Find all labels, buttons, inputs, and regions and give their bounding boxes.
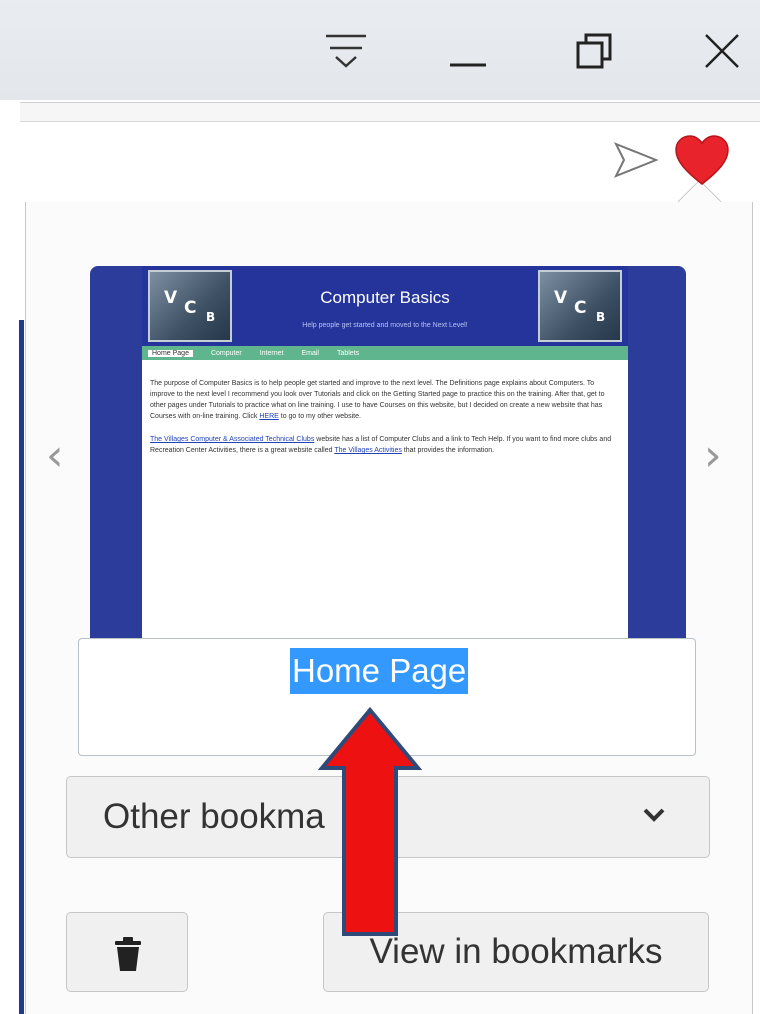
tabs-menu-icon[interactable] [318,22,374,80]
delete-bookmark-button[interactable] [66,912,188,992]
page-edge [0,100,20,1014]
send-icon[interactable] [612,140,660,180]
next-thumbnail-icon[interactable]: › [704,430,722,481]
thumbnail-header: VCB Computer Basics Help people get star… [142,266,628,346]
minimize-icon[interactable] [440,22,496,80]
thumbnail-link: The Villages Computer & Associated Techn… [150,436,315,443]
thumbnail-link: HERE [259,413,279,420]
annotation-arrow [318,706,422,936]
thumbnail-paragraph: The purpose of Computer Basics is to hel… [150,380,605,420]
thumbnail-paragraph: The Villages Computer & Associated Techn… [150,436,612,454]
thumbnail-body-text: The purpose of Computer Basics is to hel… [150,378,616,468]
close-icon[interactable] [694,22,750,80]
thumbnail-nav-item: Email [301,349,319,357]
thumbnail-nav-item: Home Page [148,349,193,357]
thumbnail-nav: Home Page Computer Internet Email Tablet… [142,346,628,360]
tab-strip [20,102,760,122]
thumbnail-page: VCB Computer Basics Help people get star… [142,266,628,640]
thumbnail-nav-item: Tablets [336,349,360,357]
previous-thumbnail-icon[interactable]: ‹ [46,430,64,481]
chevron-down-icon [641,803,667,827]
heart-icon[interactable] [674,134,730,188]
window-titlebar [0,0,760,100]
trash-icon [115,937,141,971]
thumbnail-nav-item: Internet [259,349,284,357]
site-logo-right: VCB [538,270,622,342]
restore-icon[interactable] [566,22,622,80]
folder-dropdown-label: Other bookma [103,797,325,836]
thumbnail-link: The Villages Activities [334,447,402,454]
bookmark-name-selected-text[interactable]: Home Page [290,648,469,694]
page-thumbnail: VCB Computer Basics Help people get star… [90,266,686,640]
page-edge-accent [19,320,24,1014]
thumbnail-nav-item: Computer [210,349,242,357]
